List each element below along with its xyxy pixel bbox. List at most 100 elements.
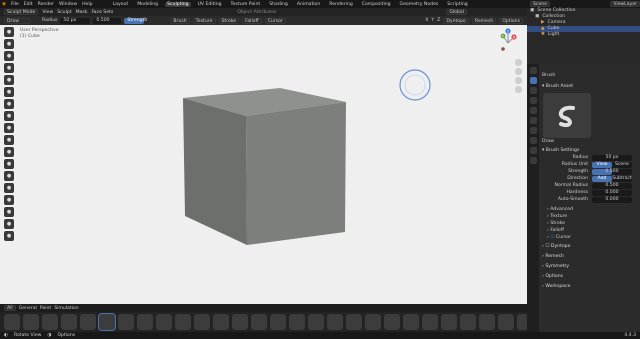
tab-geometry-nodes[interactable]: Geometry Nodes — [398, 2, 441, 7]
advanced-subsection[interactable]: › Advanced — [539, 206, 640, 213]
shelf-tab-paint[interactable]: Paint — [40, 306, 51, 311]
brush-thumbnail[interactable] — [80, 314, 96, 330]
brush-thumbnail[interactable] — [270, 314, 286, 330]
radius-unit-view[interactable]: View — [592, 161, 612, 168]
menu-view[interactable]: View — [42, 10, 53, 15]
brush-thumbnail[interactable] — [289, 314, 305, 330]
remesh-panel[interactable]: › Remesh — [539, 253, 640, 260]
tab-shading[interactable]: Shading — [267, 2, 290, 7]
strength-field[interactable]: 0.500 — [93, 17, 122, 24]
menu-file[interactable]: File — [11, 2, 19, 7]
cursor-menu[interactable]: Cursor — [264, 17, 286, 24]
brush-thumbnail[interactable] — [384, 314, 400, 330]
tab-scripting[interactable]: Scripting — [445, 2, 469, 7]
direction-subtract[interactable]: Subtract — [612, 175, 632, 182]
inflate-icon[interactable]: ● — [4, 99, 14, 109]
brush-thumbnail[interactable] — [232, 314, 248, 330]
normal-radius-field[interactable]: 0.500 — [592, 182, 632, 189]
symmetry-x[interactable]: X — [425, 18, 428, 23]
tab-modeling[interactable]: Modeling — [135, 2, 160, 7]
checkbox-icon[interactable]: ☑ — [550, 235, 554, 240]
scene-tab-icon[interactable] — [529, 117, 537, 124]
menu-mask[interactable]: Mask — [76, 10, 88, 15]
brush-thumbnail[interactable] — [543, 93, 591, 138]
snake-icon[interactable]: ● — [4, 231, 14, 241]
smooth-icon[interactable]: ● — [4, 135, 14, 145]
dyntopo-panel[interactable]: › ☐ Dyntopo — [539, 243, 640, 250]
stroke-subsection[interactable]: › Stroke — [539, 220, 640, 227]
scrape-icon[interactable]: ● — [4, 171, 14, 181]
tab-rendering[interactable]: Rendering — [327, 2, 354, 7]
object-tab-icon[interactable] — [529, 137, 537, 144]
brush-selector[interactable]: Draw — [4, 17, 30, 24]
mode-selector[interactable]: Sculpt Mode — [4, 9, 39, 15]
brush-thumbnail[interactable] — [308, 314, 324, 330]
brush-thumbnail[interactable] — [42, 314, 58, 330]
elastic-icon[interactable]: ● — [4, 219, 14, 229]
brush-thumbnail[interactable] — [175, 314, 191, 330]
texture-subsection[interactable]: › Texture — [539, 213, 640, 220]
shelf-tab-all[interactable]: All — [4, 305, 16, 311]
symmetry-panel[interactable]: › Symmetry — [539, 263, 640, 270]
falloff-menu[interactable]: Falloff — [242, 17, 262, 24]
radius-field[interactable]: 50 px — [60, 17, 91, 24]
transform-orientation[interactable]: Global — [446, 9, 467, 15]
material-tab-icon[interactable] — [529, 157, 537, 164]
strength-label-field[interactable]: Strength — [124, 17, 147, 24]
brush-menu[interactable]: Brush — [170, 17, 190, 24]
radius-field[interactable]: 50 px — [592, 154, 632, 161]
flatten-icon[interactable]: ● — [4, 147, 14, 157]
workspace-panel[interactable]: › Workspace — [539, 283, 640, 290]
menu-sculpt[interactable]: Sculpt — [57, 10, 71, 15]
brush-thumbnail[interactable] — [422, 314, 438, 330]
blob-icon[interactable]: ● — [4, 111, 14, 121]
stroke-menu[interactable]: Stroke — [218, 17, 240, 24]
brush-thumbnail[interactable] — [251, 314, 267, 330]
brush-thumbnail[interactable] — [441, 314, 457, 330]
tab-compositing[interactable]: Compositing — [360, 2, 393, 7]
brush-thumbnail[interactable] — [61, 314, 77, 330]
strength-field[interactable]: 0.500 — [592, 168, 632, 175]
render-tab-icon[interactable] — [529, 87, 537, 94]
brush-thumbnail[interactable] — [4, 314, 20, 330]
brush-thumbnail[interactable] — [403, 314, 419, 330]
brush-thumbnail[interactable] — [194, 314, 210, 330]
pinch-icon[interactable]: ● — [4, 195, 14, 205]
symmetry-z[interactable]: Z — [437, 18, 440, 23]
options-menu[interactable]: Options — [499, 17, 523, 24]
brush-thumbnail[interactable] — [98, 313, 116, 331]
brush-thumbnail[interactable] — [156, 314, 172, 330]
shelf-tab-simulation[interactable]: Simulation — [54, 306, 78, 311]
hardness-field[interactable]: 0.000 — [592, 189, 632, 196]
tab-sculpting[interactable]: Sculpting — [165, 1, 191, 7]
brush-tab-icon[interactable] — [529, 77, 537, 84]
dyntopo-menu[interactable]: Dyntopo — [443, 17, 469, 24]
brush-thumbnail[interactable] — [498, 314, 514, 330]
fill-icon[interactable]: ● — [4, 159, 14, 169]
direction-add[interactable]: Add — [592, 175, 612, 182]
brush-thumbnail[interactable] — [23, 314, 39, 330]
tab-animation[interactable]: Animation — [295, 2, 322, 7]
menu-help[interactable]: Help — [82, 2, 92, 7]
options-panel[interactable]: › Options — [539, 273, 640, 280]
remesh-menu[interactable]: Remesh — [471, 17, 497, 24]
brush-thumbnail[interactable] — [327, 314, 343, 330]
menu-render[interactable]: Render — [38, 2, 54, 7]
crease-icon[interactable]: ● — [4, 123, 14, 133]
brush-thumbnail[interactable] — [346, 314, 362, 330]
brush-thumbnail[interactable] — [365, 314, 381, 330]
clay-thumb-icon[interactable]: ● — [4, 75, 14, 85]
brush-thumbnail[interactable] — [213, 314, 229, 330]
cursor-subsection[interactable]: › ☑ Cursor — [539, 234, 640, 241]
draw-icon[interactable]: ● — [4, 27, 14, 37]
3d-viewport[interactable]: User Perspective (1) Cube X Y Z — [0, 25, 527, 304]
brush-thumbnail[interactable] — [137, 314, 153, 330]
radius-unit-scene[interactable]: Scene — [612, 161, 632, 168]
texture-menu[interactable]: Texture — [192, 17, 216, 24]
menu-face-sets[interactable]: Face Sets — [91, 10, 113, 15]
grab-icon[interactable]: ● — [4, 207, 14, 217]
menu-edit[interactable]: Edit — [24, 2, 33, 7]
shelf-tab-general[interactable]: General — [19, 306, 37, 311]
object-attributes-button[interactable]: Object Attributes — [237, 10, 276, 15]
tool-tab-icon[interactable] — [529, 67, 537, 74]
